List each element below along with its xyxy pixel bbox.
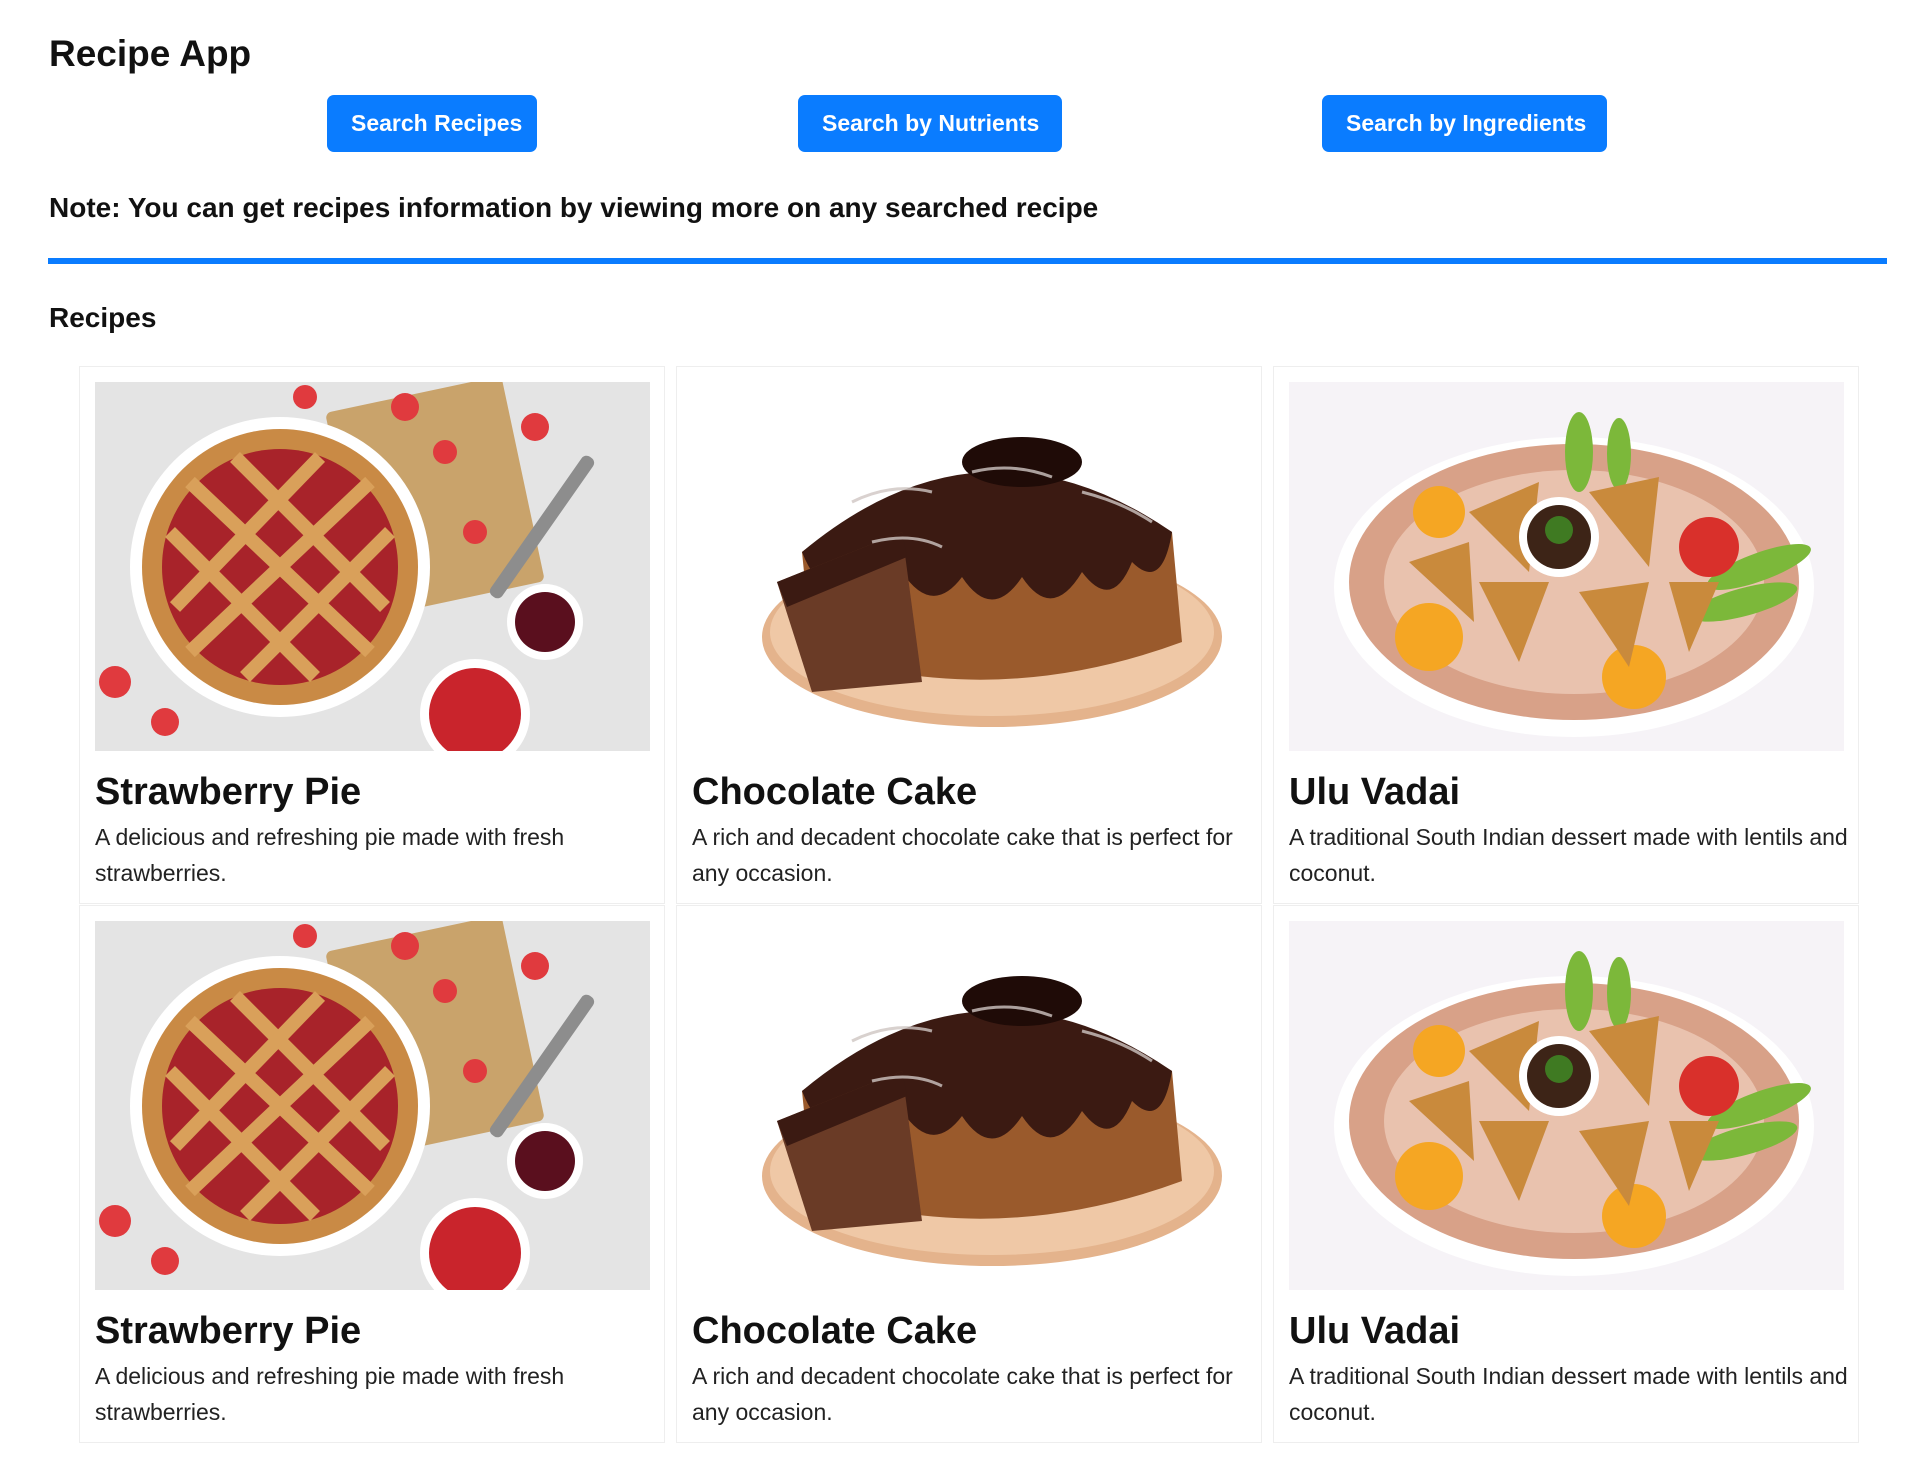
ulu-vadai-image [1289, 382, 1844, 751]
recipe-description: A traditional South Indian dessert made … [1289, 1363, 1848, 1425]
recipe-card-ulu-vadai[interactable]: Ulu Vadai A traditional South Indian des… [1273, 905, 1859, 1443]
search-by-ingredients-button[interactable]: Search by Ingredients [1322, 95, 1607, 152]
recipe-name: Strawberry Pie [95, 771, 362, 813]
search-recipes-button[interactable]: Search Recipes [327, 95, 537, 152]
recipe-card-ulu-vadai[interactable]: Ulu Vadai A traditional South Indian des… [1273, 366, 1859, 904]
app-title: Recipe App [49, 33, 252, 74]
chocolate-cake-image [692, 921, 1247, 1290]
recipe-name: Ulu Vadai [1289, 771, 1461, 813]
strawberry-pie-image [95, 382, 650, 751]
recipe-name: Chocolate Cake [692, 771, 978, 813]
recipe-description: A delicious and refreshing pie made with… [95, 1363, 565, 1425]
chocolate-cake-image [692, 382, 1247, 751]
recipes-heading: Recipes [49, 302, 157, 333]
section-divider [48, 258, 1887, 264]
recipe-card-strawberry-pie[interactable]: Strawberry Pie A delicious and refreshin… [79, 905, 665, 1443]
recipe-name: Chocolate Cake [692, 1310, 978, 1352]
recipe-card-chocolate-cake[interactable]: Chocolate Cake A rich and decadent choco… [676, 905, 1262, 1443]
ulu-vadai-image [1289, 921, 1844, 1290]
recipe-description: A delicious and refreshing pie made with… [95, 824, 565, 886]
search-by-nutrients-button[interactable]: Search by Nutrients [798, 95, 1062, 152]
recipe-card-strawberry-pie[interactable]: Strawberry Pie A delicious and refreshin… [79, 366, 665, 904]
recipe-description: A traditional South Indian dessert made … [1289, 824, 1848, 886]
note-text: Note: You can get recipes information by… [49, 192, 1099, 223]
recipe-description: A rich and decadent chocolate cake that … [692, 1363, 1233, 1425]
recipe-description: A rich and decadent chocolate cake that … [692, 824, 1233, 886]
recipe-card-chocolate-cake[interactable]: Chocolate Cake A rich and decadent choco… [676, 366, 1262, 904]
strawberry-pie-image [95, 921, 650, 1290]
recipe-name: Ulu Vadai [1289, 1310, 1461, 1352]
recipe-name: Strawberry Pie [95, 1310, 362, 1352]
